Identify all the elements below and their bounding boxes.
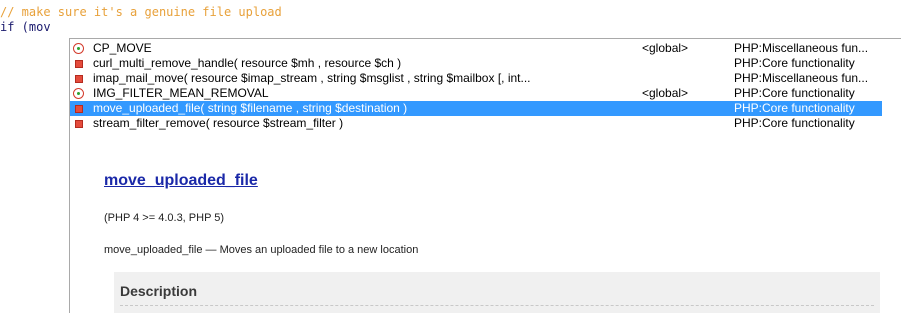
- function-icon: [75, 60, 83, 68]
- completion-item-category: PHP:Core functionality: [734, 56, 855, 70]
- completion-item-cp-move[interactable]: CP_MOVE <global> PHP:Miscellaneous fun..…: [70, 41, 882, 56]
- completion-item-img-filter-mean-removal[interactable]: IMG_FILTER_MEAN_REMOVAL <global> PHP:Cor…: [70, 86, 882, 101]
- completion-item-name: curl_multi_remove_handle( resource $mh ,…: [93, 56, 402, 70]
- documentation-panel: move_uploaded_file (PHP 4 >= 4.0.3, PHP …: [70, 156, 901, 313]
- function-icon: [75, 75, 83, 83]
- doc-version-text: (PHP 4 >= 4.0.3, PHP 5): [104, 212, 225, 224]
- doc-summary-text: move_uploaded_file — Moves an uploaded f…: [104, 244, 419, 256]
- constant-icon: [73, 43, 84, 54]
- constant-icon: [73, 88, 84, 99]
- completion-item-category: PHP:Core functionality: [734, 101, 855, 115]
- completion-item-category: PHP:Miscellaneous fun...: [734, 71, 869, 85]
- code-comment-line: // make sure it's a genuine file upload: [0, 5, 282, 19]
- completion-item-category: PHP:Core functionality: [734, 86, 855, 100]
- completion-item-imap-mail-move[interactable]: imap_mail_move( resource $imap_stream , …: [70, 71, 882, 86]
- completion-item-category: PHP:Miscellaneous fun...: [734, 41, 869, 55]
- completion-item-scope: <global>: [642, 86, 689, 100]
- completion-item-name: stream_filter_remove( resource $stream_f…: [93, 116, 344, 130]
- code-editor[interactable]: // make sure it's a genuine file upload …: [0, 0, 901, 313]
- description-section: Description: [114, 272, 880, 313]
- completion-item-stream-filter-remove[interactable]: stream_filter_remove( resource $stream_f…: [70, 116, 882, 131]
- doc-function-link[interactable]: move_uploaded_file: [104, 172, 258, 190]
- completion-list[interactable]: CP_MOVE <global> PHP:Miscellaneous fun..…: [70, 39, 901, 156]
- completion-item-name: move_uploaded_file( string $filename , s…: [93, 101, 408, 115]
- completion-item-scope: <global>: [642, 41, 689, 55]
- description-heading: Description: [120, 283, 198, 299]
- description-divider: [120, 305, 874, 306]
- completion-item-curl-multi-remove-handle[interactable]: curl_multi_remove_handle( resource $mh ,…: [70, 56, 882, 71]
- code-line-if[interactable]: if (mov: [0, 20, 51, 35]
- completion-item-name: imap_mail_move( resource $imap_stream , …: [93, 71, 531, 85]
- completion-item-name: IMG_FILTER_MEAN_REMOVAL: [93, 86, 269, 100]
- completion-item-category: PHP:Core functionality: [734, 116, 855, 130]
- autocomplete-popup: CP_MOVE <global> PHP:Miscellaneous fun..…: [69, 38, 901, 313]
- function-icon: [75, 105, 83, 113]
- function-icon: [75, 120, 83, 128]
- completion-item-name: CP_MOVE: [93, 41, 152, 55]
- completion-item-move-uploaded-file[interactable]: move_uploaded_file( string $filename , s…: [70, 101, 882, 116]
